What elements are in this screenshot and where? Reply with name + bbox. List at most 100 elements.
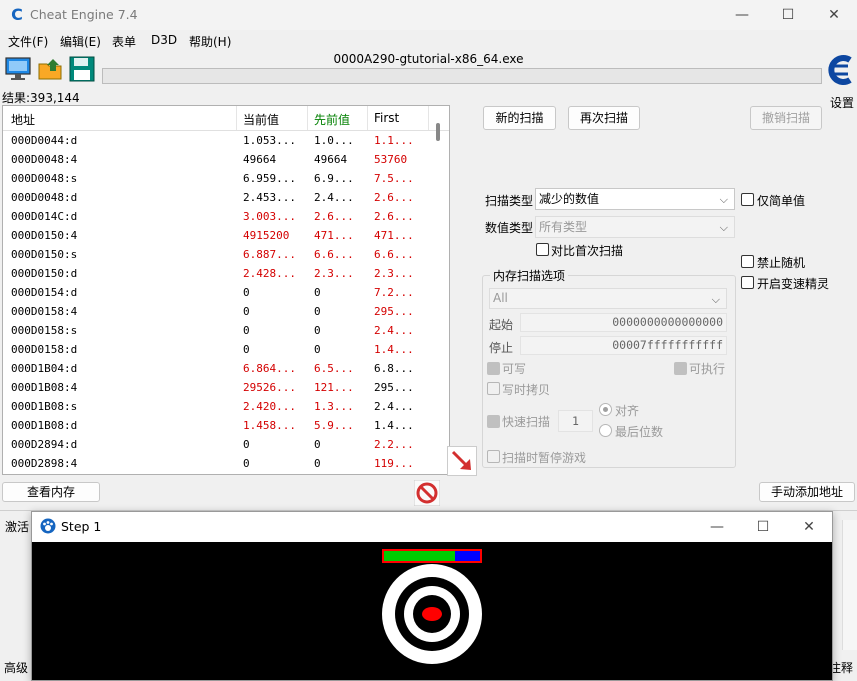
row-address: 000D0048:s — [11, 172, 78, 185]
results-list[interactable]: 地址 当前值 先前值 First 000D0044:d 1.053... 1.0..… — [2, 105, 450, 475]
menu-file[interactable]: 文件(F) — [8, 33, 48, 50]
add-to-list-arrow-icon[interactable] — [447, 446, 477, 476]
row-current-value: 6.887... — [243, 248, 296, 261]
add-address-manually-button[interactable]: 手动添加地址 — [759, 482, 855, 502]
new-scan-button[interactable]: 新的扫描 — [483, 106, 556, 130]
last-digits-radio[interactable] — [599, 424, 612, 437]
address-list-scrollbar[interactable] — [842, 520, 857, 650]
row-current-value: 0 — [243, 343, 250, 356]
table-row[interactable]: 000D0150:4 4915200 471... 471... — [3, 226, 433, 245]
stop-icon[interactable] — [413, 479, 441, 507]
row-first-value: 471... — [374, 229, 414, 242]
table-row[interactable]: 000D0150:s 6.887... 6.6... 6.6... — [3, 245, 433, 264]
row-current-value: 49664 — [243, 153, 277, 166]
row-first-value: 2.6... — [374, 210, 414, 223]
speedhack-checkbox[interactable] — [741, 276, 754, 289]
disable-random-label: 禁止随机 — [757, 256, 806, 270]
value-type-select[interactable]: 所有类型 ⌵ — [535, 216, 735, 238]
table-row[interactable]: 000D014C:d 3.003... 2.6... 2.6... — [3, 207, 433, 226]
column-address[interactable]: 地址 — [11, 111, 35, 128]
copy-on-write-checkbox[interactable] — [487, 382, 500, 395]
results-scrollbar[interactable] — [436, 123, 440, 141]
advanced-options-label[interactable]: 高级 — [4, 659, 28, 676]
next-scan-button[interactable]: 再次扫描 — [568, 106, 640, 130]
view-memory-button[interactable]: 查看内存 — [2, 482, 100, 502]
column-divider — [236, 106, 237, 130]
row-previous-value: 1.3... — [314, 400, 354, 413]
table-row[interactable]: 000D2898:4 0 0 119... — [3, 454, 433, 473]
start-address-field[interactable]: 0000000000000000 — [520, 313, 727, 332]
settings-label[interactable]: 设置 — [830, 94, 854, 111]
chevron-down-icon: ⌵ — [711, 293, 720, 306]
table-row[interactable]: 000D0158:4 0 0 295... — [3, 302, 433, 321]
tutorial-minimize-button[interactable]: — — [694, 512, 740, 542]
tutorial-window[interactable]: Step 1 — ☐ ✕ — [31, 511, 833, 681]
cheat-engine-logo-icon[interactable] — [826, 52, 856, 88]
close-button[interactable]: ✕ — [811, 0, 857, 30]
executable-checkbox[interactable] — [674, 362, 687, 375]
tutorial-close-button[interactable]: ✕ — [786, 512, 832, 542]
stop-address-field[interactable]: 00007fffffffffff — [520, 336, 727, 355]
column-divider — [367, 106, 368, 130]
row-current-value: 29526... — [243, 381, 296, 394]
table-row[interactable]: 000D0048:d 2.453... 2.4... 2.6... — [3, 188, 433, 207]
table-row[interactable]: 000D0158:s 0 0 2.4... — [3, 321, 433, 340]
row-first-value: 2.2... — [374, 438, 414, 451]
value-type-value: 所有类型 — [539, 220, 588, 234]
table-row[interactable]: 000D0048:s 6.959... 6.9... 7.5... — [3, 169, 433, 188]
tutorial-maximize-button[interactable]: ☐ — [740, 512, 786, 542]
writable-checkbox[interactable] — [487, 362, 500, 375]
last-digits-label: 最后位数 — [615, 425, 664, 439]
row-previous-value: 1.0... — [314, 134, 354, 147]
column-current[interactable]: 当前值 — [243, 111, 279, 128]
row-previous-value: 6.6... — [314, 248, 354, 261]
row-previous-value: 2.3... — [314, 267, 354, 280]
minimize-button[interactable]: — — [719, 0, 765, 30]
row-current-value: 1.458... — [243, 419, 296, 432]
row-previous-value: 0 — [314, 343, 321, 356]
menu-table[interactable]: 表单 — [112, 33, 136, 50]
column-previous[interactable]: 先前值 — [314, 111, 350, 128]
table-row[interactable]: 000D0048:4 49664 49664 53760 — [3, 150, 433, 169]
fast-scan-value[interactable]: 1 — [558, 410, 593, 432]
maximize-button[interactable]: ☐ — [765, 0, 811, 30]
row-address: 000D0150:d — [11, 267, 78, 280]
undo-scan-button[interactable]: 撤销扫描 — [750, 106, 822, 130]
menu-edit[interactable]: 编辑(E) — [60, 33, 101, 50]
table-row[interactable]: 000D0154:d 0 0 7.2... — [3, 283, 433, 302]
row-first-value: 1.4... — [374, 419, 414, 432]
row-first-value: 2.3... — [374, 267, 414, 280]
game-canvas[interactable] — [32, 542, 832, 680]
table-row[interactable]: 000D1B08:4 29526... 121... 295... — [3, 378, 433, 397]
table-row[interactable]: 000D0158:d 0 0 1.4... — [3, 340, 433, 359]
align-radio[interactable] — [599, 403, 612, 416]
menu-d3d[interactable]: D3D — [151, 33, 177, 47]
pause-game-checkbox[interactable] — [487, 450, 500, 463]
table-row[interactable]: 000D2894:d 0 0 2.2... — [3, 435, 433, 454]
memory-region-select[interactable]: All ⌵ — [489, 288, 727, 309]
row-previous-value: 0 — [314, 457, 321, 470]
row-first-value: 6.8... — [374, 362, 414, 375]
table-row[interactable]: 000D1B04:d 6.864... 6.5... 6.8... — [3, 359, 433, 378]
fast-scan-label: 快速扫描 — [502, 415, 551, 429]
row-current-value: 6.959... — [243, 172, 296, 185]
column-first[interactable]: First — [374, 111, 399, 125]
table-row[interactable]: 000D1B08:s 2.420... 1.3... 2.4... — [3, 397, 433, 416]
row-address: 000D1B08:d — [11, 419, 78, 432]
table-row[interactable]: 000D0044:d 1.053... 1.0... 1.1... — [3, 131, 433, 150]
row-previous-value: 471... — [314, 229, 354, 242]
row-first-value: 7.2... — [374, 286, 414, 299]
disable-random-checkbox[interactable] — [741, 255, 754, 268]
row-previous-value: 0 — [314, 438, 321, 451]
align-label: 对齐 — [615, 404, 640, 418]
row-current-value: 0 — [243, 438, 250, 451]
row-first-value: 2.4... — [374, 324, 414, 337]
menu-help[interactable]: 帮助(H) — [189, 33, 231, 50]
compare-first-checkbox[interactable] — [536, 243, 549, 256]
table-row[interactable]: 000D0150:d 2.428... 2.3... 2.3... — [3, 264, 433, 283]
simple-values-checkbox[interactable] — [741, 193, 754, 206]
fast-scan-checkbox[interactable] — [487, 415, 500, 428]
scan-type-select[interactable]: 减少的数值 ⌵ — [535, 188, 735, 210]
row-current-value: 0 — [243, 305, 250, 318]
table-row[interactable]: 000D1B08:d 1.458... 5.9... 1.4... — [3, 416, 433, 435]
